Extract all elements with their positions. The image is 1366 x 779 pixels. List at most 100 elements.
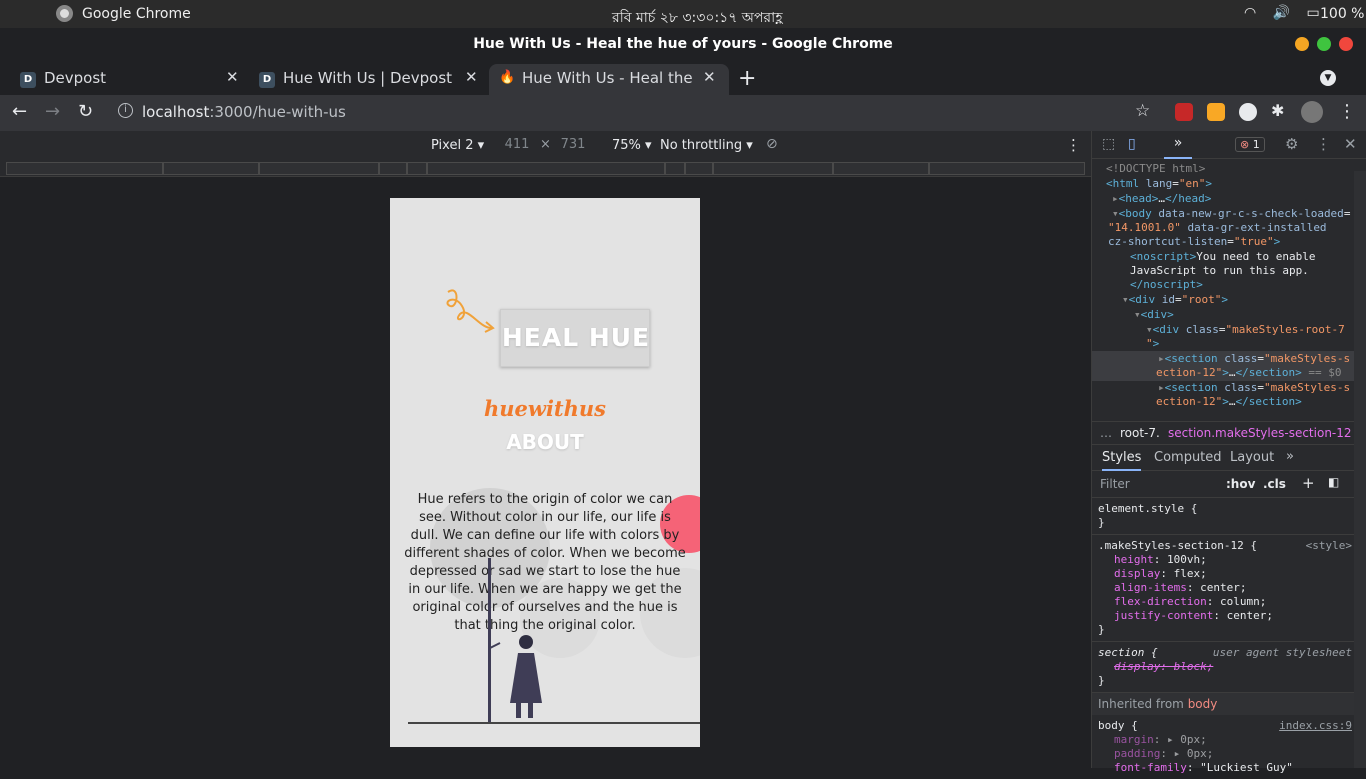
zoom-select[interactable]: 75% ▾	[612, 138, 652, 153]
breadcrumb: … root-7. section.makeStyles-section-12	[1092, 421, 1366, 445]
devpost-favicon-icon: D	[259, 72, 275, 88]
styles-filter-input[interactable]: Filter	[1100, 477, 1130, 491]
throttle-value: No throttling	[660, 138, 743, 153]
dom-section-node-2-cont[interactable]: ection-12">…</section>	[1156, 395, 1302, 409]
tab-hue-with-us[interactable]: 🔥 Hue With Us - Heal the hue of yours ✕	[489, 64, 729, 96]
decl[interactable]: font-family: "Luckiest Guy"	[1098, 761, 1348, 775]
section-rule-source[interactable]: <style>	[1306, 539, 1352, 553]
puzzle-extensions-icon[interactable]: ✱	[1271, 101, 1284, 120]
dom-html-node[interactable]: <html lang="en">	[1106, 177, 1212, 191]
maximize-button[interactable]	[1317, 37, 1331, 51]
tab-close-icon[interactable]: ✕	[465, 68, 478, 86]
styles-rules: element.style { } .makeStyles-section-12…	[1092, 498, 1354, 779]
decl[interactable]: justify-content: center;	[1098, 609, 1348, 623]
dom-noscript-close[interactable]: </noscript>	[1130, 278, 1203, 292]
decl[interactable]: display: block;	[1098, 660, 1348, 674]
cloud-extension-icon[interactable]	[1239, 103, 1257, 121]
close-devtools-icon[interactable]: ✕	[1344, 135, 1357, 153]
body-rule-source[interactable]: index.css:9	[1279, 719, 1352, 733]
breadcrumb-item[interactable]: root-7.	[1120, 426, 1160, 440]
tab-styles[interactable]: Styles	[1102, 450, 1142, 471]
decl[interactable]: height: 100vh;	[1098, 553, 1348, 567]
os-clock[interactable]: রবি মার্চ ২৮ ৩:৩০:১৭ অপরাহ্ণ	[612, 6, 783, 30]
system-tray-icons[interactable]: ◠ 🔊 ▭	[1244, 5, 1326, 21]
error-count-badge[interactable]: ⊗ 1	[1235, 137, 1265, 152]
ground-line	[408, 722, 700, 724]
settings-gear-icon[interactable]: ⚙	[1285, 135, 1298, 153]
element-style-rule[interactable]: element.style { }	[1092, 498, 1354, 535]
dom-doctype[interactable]: <!DOCTYPE html>	[1106, 162, 1205, 176]
dom-body-attrs2[interactable]: cz-shortcut-listen="true">	[1108, 235, 1280, 249]
chrome-icon	[56, 5, 73, 22]
dom-root-node[interactable]: ▾<div id="root">	[1122, 293, 1228, 307]
dom-noscript-text[interactable]: JavaScript to run this app.	[1130, 264, 1309, 278]
height-input[interactable]: 731	[553, 137, 593, 155]
tab-close-icon[interactable]: ✕	[226, 68, 239, 86]
swirl-arrow-icon	[446, 289, 495, 333]
new-tab-button[interactable]: +	[738, 66, 756, 91]
os-app-name[interactable]: Google Chrome	[82, 6, 191, 22]
battery-level[interactable]: 100 %	[1320, 6, 1364, 22]
tab-hue-devpost[interactable]: D Hue With Us | Devpost ✕	[253, 64, 483, 96]
width-input[interactable]: 411	[497, 137, 537, 155]
decl[interactable]: padding: ▸ 0px;	[1098, 747, 1348, 761]
close-window-button[interactable]	[1339, 37, 1353, 51]
zoom-value: 75%	[612, 138, 641, 153]
decl[interactable]: flex-direction: column;	[1098, 595, 1348, 609]
forward-icon[interactable]: →	[45, 101, 60, 122]
body-rule[interactable]: body { index.css:9 margin: ▸ 0px; paddin…	[1092, 715, 1354, 779]
devtools-menu-icon[interactable]: ⋮	[1316, 135, 1331, 153]
styles-filter-bar: Filter :hov .cls + ◧	[1092, 472, 1366, 498]
tab-search-icon[interactable]: ▼	[1320, 70, 1336, 86]
dom-div-close[interactable]: ">	[1146, 337, 1159, 351]
url-field[interactable]: localhost:3000/hue-with-us	[142, 103, 346, 121]
device-menu-icon[interactable]: ⋮	[1066, 136, 1081, 154]
os-top-bar: Google Chrome রবি মার্চ ২৮ ৩:৩০:১৭ অপরাহ…	[0, 0, 1366, 28]
minimize-button[interactable]	[1295, 37, 1309, 51]
tab-close-icon[interactable]: ✕	[703, 68, 716, 86]
profile-avatar[interactable]	[1301, 101, 1323, 123]
more-panels-icon[interactable]: »	[1164, 135, 1192, 159]
breadcrumb-item[interactable]: section.makeStyles-section-12	[1168, 426, 1352, 440]
dom-body-node[interactable]: ▾<body data-new-gr-c-s-check-loaded=	[1112, 207, 1350, 221]
dom-section-node-selected[interactable]: ▸<section class="makeStyles-s	[1158, 352, 1350, 366]
info-icon[interactable]: i	[118, 103, 133, 118]
reload-icon[interactable]: ↻	[78, 101, 93, 122]
decl[interactable]: display: flex;	[1098, 567, 1348, 581]
new-rule-icon[interactable]: +	[1302, 474, 1315, 492]
dom-section-node-cont[interactable]: ection-12">…</section> == $0	[1156, 366, 1341, 380]
decl[interactable]: align-items: center;	[1098, 581, 1348, 595]
rotate-icon[interactable]: ⊘	[766, 136, 778, 152]
more-tabs-icon[interactable]: »	[1286, 449, 1294, 464]
cls-toggle[interactable]: .cls	[1263, 477, 1286, 491]
throttle-select[interactable]: No throttling ▾	[660, 138, 753, 153]
ua-section-rule[interactable]: section { user agent stylesheet display:…	[1092, 642, 1354, 693]
device-toggle-icon[interactable]: ▯	[1128, 136, 1136, 152]
tab-computed[interactable]: Computed	[1154, 450, 1222, 465]
tab-devpost[interactable]: D Devpost ✕	[14, 64, 244, 96]
url-host: localhost	[142, 103, 210, 121]
extension-icon[interactable]	[1175, 103, 1193, 121]
hov-toggle[interactable]: :hov	[1226, 477, 1255, 491]
dom-head-node[interactable]: ▸<head>…</head>	[1112, 192, 1211, 206]
inspect-icon[interactable]: ⬚	[1102, 136, 1115, 152]
dom-body-attrs[interactable]: "14.1001.0" data-gr-ext-installed	[1108, 221, 1327, 235]
device-select[interactable]: Pixel 2 ▾	[431, 138, 484, 153]
menu-kebab-icon[interactable]: ⋮	[1338, 101, 1356, 122]
devtools-scrollbar[interactable]	[1354, 171, 1366, 768]
decl[interactable]: margin: ▸ 0px;	[1098, 733, 1348, 747]
back-icon[interactable]: ←	[12, 101, 27, 122]
media-query-ruler[interactable]	[0, 159, 1091, 177]
tab-layout[interactable]: Layout	[1230, 450, 1274, 465]
dom-div-root7-node[interactable]: ▾<div class="makeStyles-root-7	[1146, 323, 1345, 337]
address-toolbar: ← → ↻ i localhost:3000/hue-with-us ☆ ✱ ⋮	[0, 95, 1366, 131]
dom-div-node[interactable]: ▾<div>	[1134, 308, 1174, 322]
url-path: :3000/hue-with-us	[209, 103, 346, 121]
extension-icon[interactable]	[1207, 103, 1225, 121]
section-rule[interactable]: .makeStyles-section-12 { <style> height:…	[1092, 535, 1354, 642]
toggle-sidebar-icon[interactable]: ◧	[1328, 475, 1339, 489]
breadcrumb-item[interactable]: …	[1100, 426, 1112, 440]
dom-section-node-2[interactable]: ▸<section class="makeStyles-s	[1158, 381, 1350, 395]
dom-noscript-node[interactable]: <noscript>You need to enable	[1130, 250, 1315, 264]
bookmark-star-icon[interactable]: ☆	[1135, 101, 1150, 121]
